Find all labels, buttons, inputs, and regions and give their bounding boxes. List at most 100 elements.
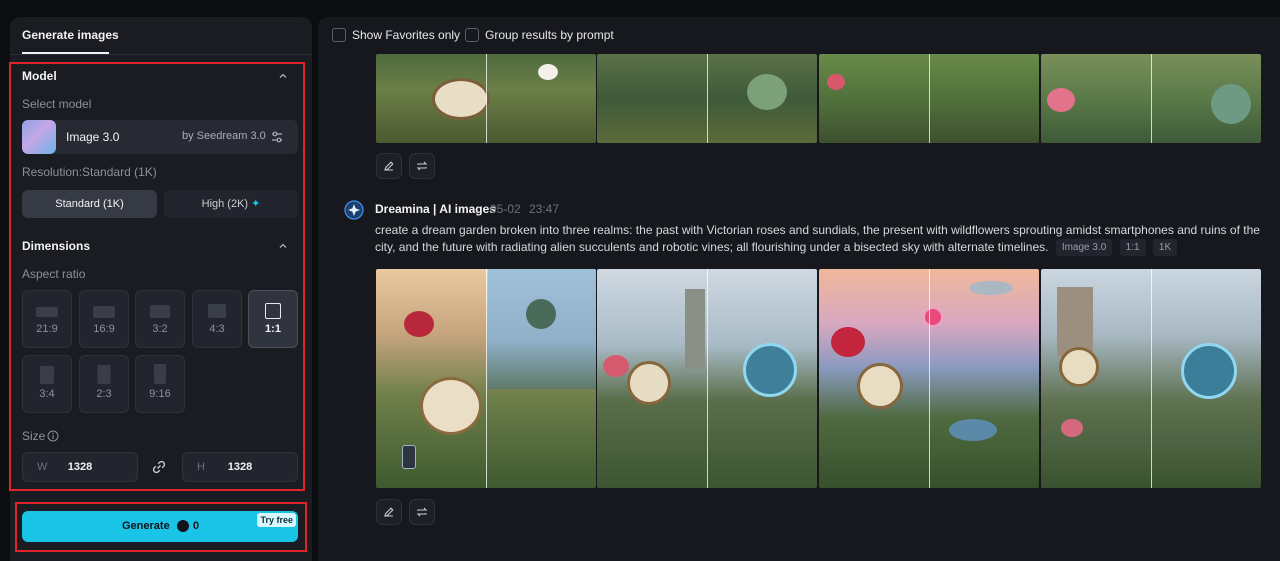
group-checkbox[interactable] xyxy=(465,28,479,42)
resolution-high-button[interactable]: High (2K) ✦ xyxy=(164,190,298,218)
generated-image[interactable] xyxy=(597,269,817,488)
ratio-label: 2:3 xyxy=(96,388,112,400)
sliders-icon[interactable] xyxy=(270,130,284,144)
repeat-icon xyxy=(416,161,428,171)
rose-graphic xyxy=(1061,419,1083,437)
gear-graphic xyxy=(743,343,797,397)
aspect-ratio-21-9[interactable]: 21:9 xyxy=(22,290,72,348)
ratio-shape xyxy=(150,305,170,318)
tag-model: Image 3.0 xyxy=(1055,239,1113,256)
info-icon[interactable] xyxy=(47,430,59,442)
model-thumbnail xyxy=(22,120,56,154)
generate-label: Generate xyxy=(122,520,170,532)
ratio-label: 21:9 xyxy=(36,323,58,335)
image-divider xyxy=(929,54,930,143)
size-label: Size xyxy=(22,429,46,443)
aspect-ratio-16-9[interactable]: 16:9 xyxy=(79,290,129,348)
chevron-up-icon[interactable] xyxy=(278,241,288,251)
height-input[interactable]: H 1328 xyxy=(182,452,298,482)
aspect-ratio-4-3[interactable]: 4:3 xyxy=(192,290,242,348)
clock-graphic xyxy=(857,363,903,409)
dimensions-section-title: Dimensions xyxy=(22,239,91,253)
credit-icon xyxy=(177,520,189,532)
model-name: Image 3.0 xyxy=(66,130,120,144)
model-selector[interactable]: Image 3.0 by Seedream 3.0 xyxy=(22,120,298,154)
tab-generate-images[interactable]: Generate images xyxy=(22,28,119,42)
flower-graphic xyxy=(538,64,558,80)
credit-count: 0 xyxy=(193,520,200,532)
gear-graphic xyxy=(1181,343,1237,399)
width-input[interactable]: W 1328 xyxy=(22,452,138,482)
height-value: 1328 xyxy=(227,461,253,473)
clock-graphic xyxy=(420,377,482,435)
image-divider xyxy=(707,54,708,143)
image-divider xyxy=(486,269,487,488)
regenerate-button[interactable] xyxy=(409,499,435,525)
regenerate-button[interactable] xyxy=(409,153,435,179)
edit-button[interactable] xyxy=(376,499,402,525)
ratio-label: 16:9 xyxy=(93,323,115,335)
rose-graphic xyxy=(827,74,845,90)
rose-graphic xyxy=(1047,88,1075,112)
generated-image[interactable] xyxy=(819,54,1039,143)
image-divider xyxy=(1151,269,1152,488)
ratio-shape xyxy=(93,306,115,318)
author-name: Dreamina | AI images xyxy=(375,202,496,216)
generated-image[interactable] xyxy=(819,269,1039,488)
generate-button[interactable]: Generate 0 Try free xyxy=(22,511,298,542)
pencil-icon xyxy=(384,507,394,517)
pond-graphic xyxy=(949,419,997,441)
generated-image[interactable] xyxy=(376,269,596,488)
rose-graphic xyxy=(603,355,629,377)
ruin-graphic xyxy=(685,289,705,369)
aspect-ratio-label: Aspect ratio xyxy=(22,267,86,281)
image-divider xyxy=(486,54,487,143)
resolution-standard-button[interactable]: Standard (1K) xyxy=(22,190,157,218)
ratio-label: 9:16 xyxy=(149,388,171,400)
ratio-label: 3:4 xyxy=(39,388,55,400)
chevron-up-icon[interactable] xyxy=(278,71,288,81)
aspect-ratio-9-16[interactable]: 9:16 xyxy=(135,355,185,413)
divider xyxy=(10,54,312,55)
clock-graphic xyxy=(627,361,671,405)
ratio-label: 1:1 xyxy=(265,323,281,335)
try-free-badge: Try free xyxy=(257,513,296,527)
mushroom-graphic xyxy=(969,281,1013,295)
generated-image[interactable] xyxy=(597,54,817,143)
link-icon[interactable] xyxy=(151,459,167,475)
ratio-shape xyxy=(40,366,54,384)
aspect-ratio-1-1[interactable]: 1:1 xyxy=(248,290,298,348)
resolution-high-label: High (2K) xyxy=(201,198,249,210)
clock-graphic xyxy=(1059,347,1099,387)
ratio-shape xyxy=(36,307,58,317)
ratio-label: 3:2 xyxy=(152,323,168,335)
favorites-checkbox[interactable] xyxy=(332,28,346,42)
resolution-label: Resolution:Standard (1K) xyxy=(22,165,157,179)
alien-plant-graphic xyxy=(526,299,556,329)
result-time: 23:47 xyxy=(529,202,560,216)
result-date: 05-02 xyxy=(490,202,521,216)
tag-resolution: 1K xyxy=(1152,239,1178,256)
ratio-shape xyxy=(208,304,226,318)
image-divider xyxy=(1151,54,1152,143)
rose-graphic xyxy=(404,311,434,337)
group-label[interactable]: Group results by prompt xyxy=(485,28,614,42)
generated-image[interactable] xyxy=(1041,54,1261,143)
image-divider xyxy=(707,269,708,488)
phone-graphic xyxy=(402,445,416,469)
model-provider: by Seedream 3.0 xyxy=(182,130,266,142)
aspect-ratio-3-4[interactable]: 3:4 xyxy=(22,355,72,413)
succulent-graphic xyxy=(747,74,787,110)
aspect-ratio-2-3[interactable]: 2:3 xyxy=(79,355,129,413)
ratio-shape xyxy=(265,303,281,319)
aspect-ratio-3-2[interactable]: 3:2 xyxy=(135,290,185,348)
generated-image[interactable] xyxy=(1041,269,1261,488)
sparkle-icon: ✦ xyxy=(251,198,261,210)
dreamina-logo-icon xyxy=(344,200,364,220)
pencil-icon xyxy=(384,161,394,171)
edit-button[interactable] xyxy=(376,153,402,179)
prompt-text: create a dream garden broken into three … xyxy=(375,222,1279,256)
favorites-label[interactable]: Show Favorites only xyxy=(352,28,460,42)
generated-image[interactable] xyxy=(376,54,596,143)
results-panel: Show Favorites only Group results by pro… xyxy=(318,17,1280,561)
